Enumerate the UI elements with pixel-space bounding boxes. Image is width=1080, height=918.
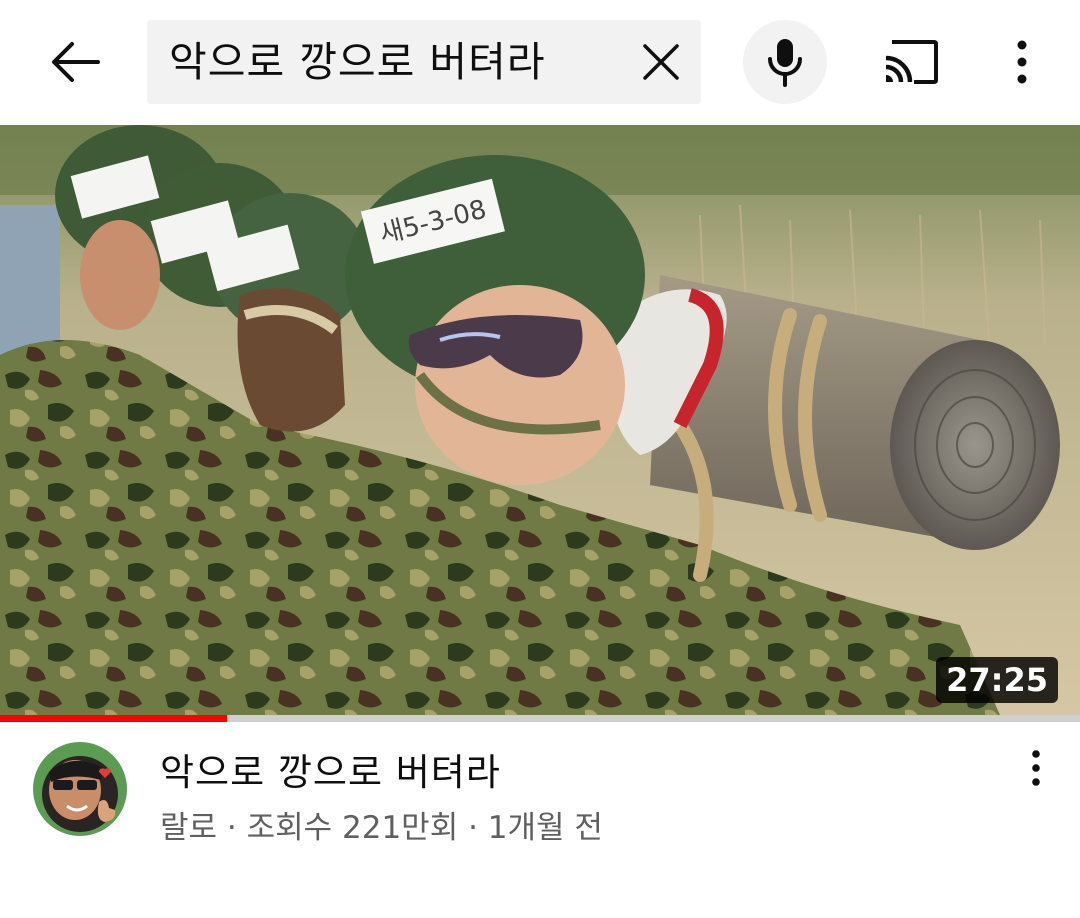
clear-search-button[interactable] bbox=[639, 40, 683, 84]
cast-icon bbox=[885, 40, 938, 84]
microphone-icon bbox=[768, 39, 802, 87]
watch-progress-fill bbox=[0, 715, 227, 722]
close-icon bbox=[643, 44, 679, 80]
avatar-image bbox=[33, 742, 127, 836]
more-vertical-icon bbox=[1017, 40, 1027, 84]
search-input[interactable]: 악으로 깡으로 버텨라 bbox=[147, 20, 701, 104]
duration-badge: 27:25 bbox=[936, 657, 1058, 703]
back-button[interactable] bbox=[40, 30, 110, 94]
more-options-button[interactable] bbox=[1000, 36, 1044, 88]
video-metadata[interactable]: 악으로 깡으로 버텨라 랄로 · 조회수 221만회 · 1개월 전 bbox=[0, 722, 1080, 918]
video-subtitle: 랄로 · 조회수 221만회 · 1개월 전 bbox=[160, 810, 603, 846]
video-thumbnail[interactable]: 새5-3-08 27:25 bbox=[0, 125, 1080, 715]
more-vertical-icon bbox=[1032, 750, 1040, 786]
cast-button[interactable] bbox=[880, 36, 942, 88]
watch-progress-bar bbox=[0, 715, 1080, 722]
top-app-bar: 악으로 깡으로 버텨라 bbox=[0, 0, 1080, 125]
thumbnail-image: 새5-3-08 bbox=[0, 125, 1080, 715]
arrow-left-icon bbox=[52, 42, 100, 82]
voice-search-button[interactable] bbox=[743, 20, 827, 104]
search-query-text: 악으로 깡으로 버텨라 bbox=[169, 38, 546, 86]
channel-avatar[interactable] bbox=[33, 742, 127, 836]
video-action-menu-button[interactable] bbox=[1016, 744, 1056, 792]
video-title[interactable]: 악으로 깡으로 버텨라 bbox=[160, 742, 501, 796]
